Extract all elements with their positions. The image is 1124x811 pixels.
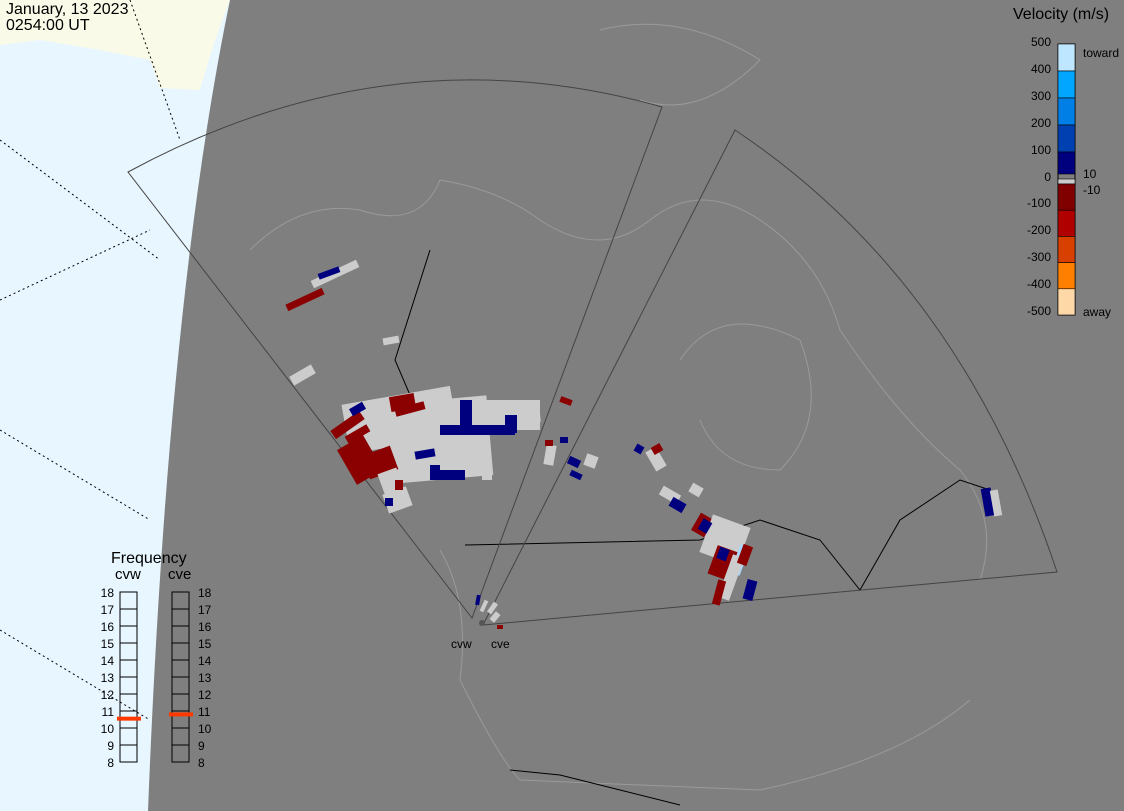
- night-region: [148, 0, 1124, 811]
- radar-cell: [395, 480, 403, 490]
- frequency-cell: [119, 693, 138, 712]
- time-label: 0254:00 UT: [6, 17, 90, 34]
- cve-site-label: cve: [491, 637, 510, 651]
- cve-frequency-tick: 15: [198, 637, 212, 651]
- colorbar-segment: [1057, 183, 1076, 211]
- cvw-frequency-label: cvw: [115, 566, 141, 583]
- cvw-frequency-tick: 10: [100, 722, 114, 736]
- neg-threshold-label: -10: [1083, 183, 1101, 197]
- cve-frequency-tick: 13: [198, 671, 212, 685]
- velocity-colorbar: [1057, 43, 1076, 316]
- cve-frequency-label: cve: [168, 566, 192, 583]
- radar-cell: [440, 425, 515, 435]
- date-label: January, 13 2023: [6, 1, 129, 18]
- frequency-cell: [119, 608, 138, 627]
- colorbar-segment: [1057, 178, 1076, 185]
- colorbar-segment: [1057, 97, 1076, 126]
- pos-threshold-label: 10: [1083, 167, 1097, 181]
- cvw-frequency-tick: 18: [100, 586, 114, 600]
- frequency-cell: [119, 625, 138, 644]
- velocity-tick-label: 400: [1030, 61, 1051, 76]
- colorbar-segment: [1057, 70, 1076, 99]
- cvw-frequency-tick: 9: [107, 739, 114, 753]
- velocity-tick-label: 100: [1030, 142, 1051, 157]
- velocity-tick-label: -300: [1026, 250, 1051, 265]
- velocity-tick-label: -500: [1026, 304, 1051, 318]
- velocity-tick-label: -200: [1026, 223, 1051, 238]
- radar-cell: [430, 465, 440, 480]
- map-canvas: [0, 0, 1124, 811]
- colorbar-segment: [1057, 124, 1076, 153]
- velocity-tick-label: 0: [1044, 169, 1051, 184]
- cve-frequency-tick: 9: [198, 739, 205, 753]
- cvw-site-label: cvw: [451, 637, 472, 651]
- frequency-cell: [119, 744, 138, 763]
- cvw-frequency-tick: 12: [100, 688, 114, 702]
- velocity-tick-label: 300: [1030, 88, 1051, 103]
- cve-frequency-tick: 12: [198, 688, 212, 702]
- cvw-frequency-tick: 13: [100, 671, 114, 685]
- cve-frequency-tick: 17: [198, 603, 212, 617]
- cvw-frequency-tick: 16: [100, 620, 114, 634]
- colorbar-segment: [1057, 262, 1076, 290]
- frequency-cell: [119, 642, 138, 661]
- radar-cell: [560, 437, 568, 443]
- radar-cell: [482, 468, 492, 480]
- geo-grid: [0, 0, 181, 721]
- cve-frequency-tick: 8: [198, 756, 205, 770]
- cve-frequency-tick: 10: [198, 722, 212, 736]
- velocity-tick-label: -400: [1026, 277, 1051, 292]
- toward-label: toward: [1083, 46, 1120, 60]
- colorbar-segment: [1057, 209, 1076, 237]
- colorbar-segment: [1057, 236, 1076, 263]
- frequency-cell: [119, 591, 138, 610]
- frequency-cell: [119, 676, 138, 695]
- colorbar-segment: [1057, 151, 1076, 175]
- velocity-tick-label: -100: [1026, 196, 1051, 211]
- colorbar-segment: [1057, 43, 1076, 72]
- cve-frequency-marker: [169, 712, 193, 717]
- radar-cell: [545, 440, 553, 446]
- cve-frequency-tick: 11: [198, 705, 211, 719]
- radar-cell: [440, 470, 465, 480]
- velocity-tick-label: 500: [1030, 35, 1051, 49]
- cvw-frequency-marker: [117, 716, 141, 721]
- cve-frequency-tick: 14: [198, 654, 212, 668]
- frequency-title: Frequency: [111, 550, 187, 567]
- away-label: away: [1083, 305, 1112, 319]
- radar-cell: [497, 625, 503, 629]
- cvw-frequency-tick: 14: [100, 654, 114, 668]
- cve-frequency-tick: 18: [198, 586, 212, 600]
- radar-cell: [505, 415, 517, 433]
- velocity-scale-title: Velocity (m/s): [1013, 6, 1110, 23]
- cvw-frequency-tick: 17: [100, 603, 114, 617]
- cvw-frequency-tick: 8: [107, 756, 114, 770]
- colorbar-segment: [1057, 288, 1076, 316]
- cvw-frequency-tick: 11: [101, 705, 114, 719]
- cvw-site-marker: [479, 620, 485, 626]
- cvw-frequency-tick: 15: [100, 637, 114, 651]
- frequency-cell: [119, 659, 138, 678]
- radar-cell: [385, 498, 393, 506]
- velocity-tick-label: 200: [1030, 115, 1051, 130]
- frequency-cell: [119, 727, 138, 746]
- cve-frequency-tick: 16: [198, 620, 212, 634]
